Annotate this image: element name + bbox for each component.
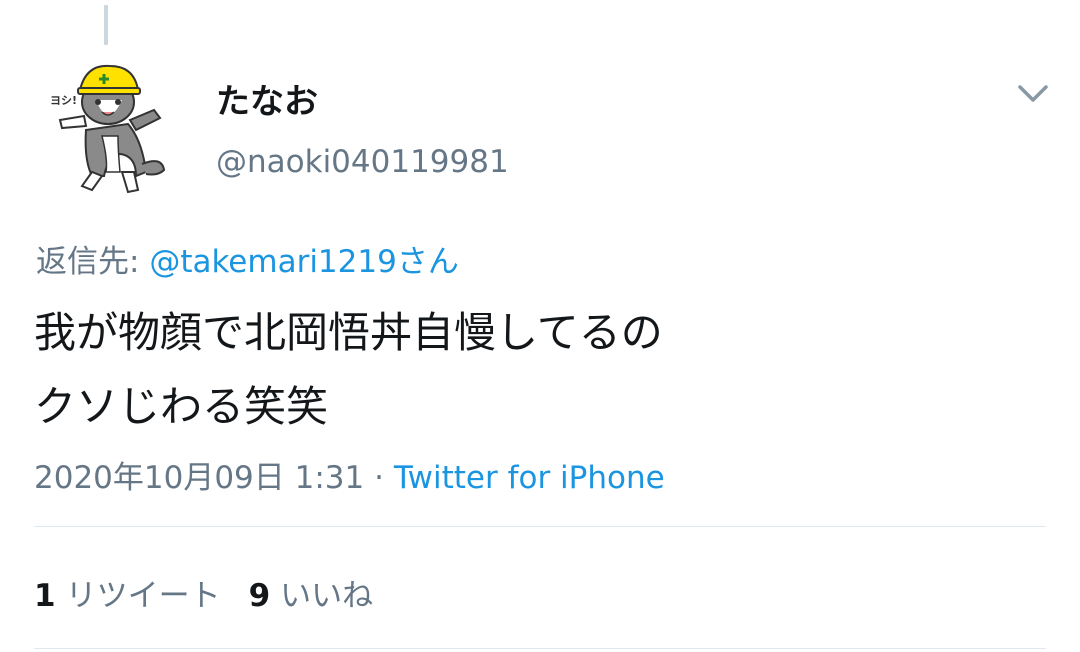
thread-connector-line (104, 5, 108, 45)
reply-to-line: 返信先: @takemari1219さん (36, 236, 459, 281)
likes-count: 9 (248, 578, 271, 614)
tweet-meta: 2020年10月09日 1:31 · Twitter for iPhone (34, 452, 665, 497)
avatar[interactable]: ヨシ! (46, 60, 170, 194)
tweet-stats: 1 リツイート 9 いいね (34, 570, 373, 615)
tweet-text: 我が物顔で北岡悟丼自慢してるの クソじわる笑笑 (34, 296, 663, 444)
retweets-count: 1 (34, 578, 56, 614)
divider (34, 648, 1046, 649)
tweet-source-link[interactable]: Twitter for iPhone (394, 460, 665, 496)
reply-mention-link[interactable]: @takemari1219さん (149, 244, 459, 280)
tweet-text-line: クソじわる笑笑 (34, 382, 329, 431)
reply-to-label: 返信先: (36, 244, 150, 280)
tweet-detail: ヨシ! たなお @naoki040119981 返信先: @takemari12… (0, 0, 1080, 652)
likes-label: いいね (280, 578, 374, 614)
user-handle[interactable]: @naoki040119981 (216, 144, 509, 180)
display-name[interactable]: たなお (216, 74, 318, 123)
divider (34, 526, 1046, 527)
retweets-label: リツイート (65, 578, 221, 614)
tweet-text-line: 我が物顔で北岡悟丼自慢してるの (34, 308, 663, 357)
likes-stat[interactable]: 9 いいね (249, 578, 374, 614)
meta-separator: · (364, 460, 394, 496)
tweet-timestamp[interactable]: 2020年10月09日 1:31 (34, 460, 364, 496)
chevron-down-icon[interactable] (1016, 80, 1050, 106)
retweets-stat[interactable]: 1 リツイート (34, 578, 221, 614)
avatar-caption: ヨシ! (50, 94, 77, 107)
